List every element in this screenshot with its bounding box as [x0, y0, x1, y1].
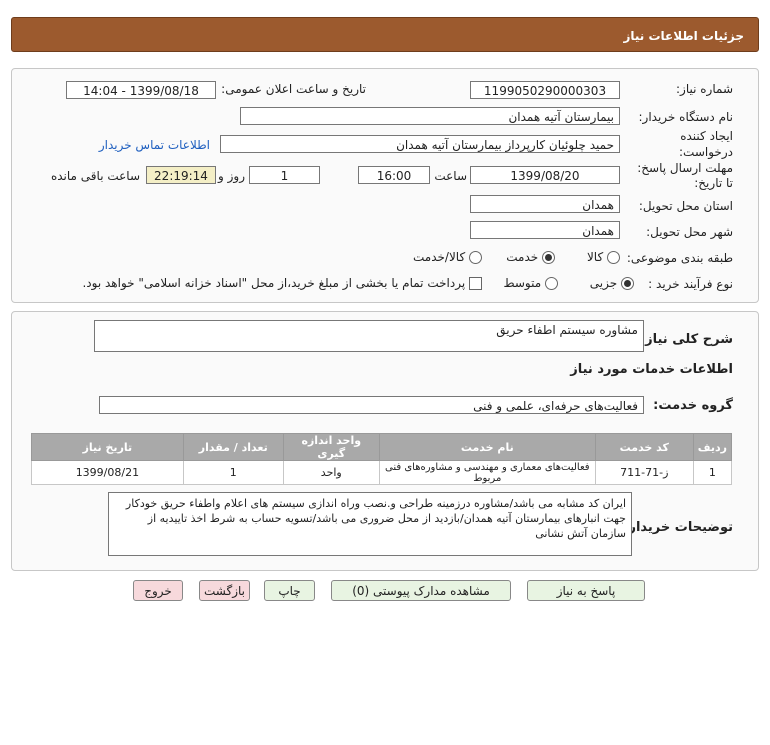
- deadline-label: مهلت ارسال پاسخ: تا تاریخ:: [637, 161, 733, 190]
- process-label: نوع فرآیند خرید :: [648, 277, 733, 291]
- deadline-date-field: 1399/08/20: [470, 166, 620, 184]
- radio-goods-service[interactable]: [469, 251, 482, 264]
- province-label: استان محل تحویل:: [638, 199, 733, 213]
- deadline-time-field: 16:00: [358, 166, 430, 184]
- service-group-label: گروه خدمت:: [653, 398, 733, 413]
- table-header-row: ردیف کد خدمت نام خدمت واحد اندازه گیری ت…: [31, 433, 733, 461]
- radio-goods[interactable]: [607, 251, 620, 264]
- category-option-service[interactable]: خدمت: [506, 250, 555, 264]
- buyer-org-field: بیمارستان آتیه همدان: [240, 107, 620, 125]
- col-service-name: نام خدمت: [378, 433, 596, 461]
- back-button[interactable]: بازگشت: [199, 580, 250, 601]
- col-quantity: تعداد / مقدار: [182, 433, 284, 461]
- services-table: ردیف کد خدمت نام خدمت واحد اندازه گیری ت…: [31, 433, 733, 485]
- requester-field: حمید چلوئیان کارپرداز بیمارستان آتیه همد…: [220, 135, 620, 153]
- category-option-goods[interactable]: کالا: [587, 250, 620, 264]
- services-heading: اطلاعات خدمات مورد نیاز: [570, 362, 733, 377]
- col-need-date: تاریخ نیاز: [31, 433, 184, 461]
- cell-row-number: 1: [692, 460, 733, 485]
- buyer-notes-label: توضیحات خریدار:: [623, 520, 733, 535]
- treasury-checkbox[interactable]: [469, 277, 482, 290]
- days-remaining-field: 1: [249, 166, 320, 184]
- cell-unit: واحد: [282, 460, 380, 485]
- remaining-time-label: ساعت باقی مانده: [50, 169, 140, 183]
- radio-minor[interactable]: [621, 277, 634, 290]
- buyer-org-label: نام دستگاه خریدار:: [638, 110, 734, 124]
- cell-quantity: 1: [182, 460, 284, 485]
- page-header: جزئیات اطلاعات نیاز: [11, 17, 759, 52]
- requester-label: ایجاد کننده درخواست:: [679, 129, 733, 159]
- view-attachments-button[interactable]: مشاهده مدارک پیوستی (0): [331, 580, 511, 601]
- deadline-time-label: ساعت: [434, 169, 467, 183]
- buyer-contact-link[interactable]: اطلاعات تماس خریدار: [99, 138, 210, 152]
- city-label: شهر محل تحویل:: [646, 225, 733, 239]
- exit-button[interactable]: خروج: [133, 580, 183, 601]
- category-label: طبقه بندی موضوعی:: [626, 251, 733, 265]
- need-number-label: شماره نیاز:: [676, 82, 733, 96]
- process-option-medium[interactable]: متوسط: [503, 276, 558, 290]
- radio-medium[interactable]: [545, 277, 558, 290]
- col-unit: واحد اندازه گیری: [282, 433, 380, 461]
- reply-button[interactable]: پاسخ به نیاز: [527, 580, 645, 601]
- announce-date-field: 1399/08/18 - 14:04: [66, 81, 216, 99]
- category-option-goods-service[interactable]: کالا/خدمت: [413, 250, 482, 264]
- service-group-field: فعالیت‌های حرفه‌ای، علمی و فنی: [99, 396, 644, 414]
- table-row: 1 ز-71-711 فعالیت‌های معماری و مهندسی و …: [31, 460, 733, 485]
- summary-field: مشاوره سیستم اطفاء حریق: [94, 320, 644, 352]
- col-row-number: ردیف: [692, 433, 733, 461]
- announce-date-label: تاریخ و ساعت اعلان عمومی:: [221, 82, 366, 96]
- remaining-time-field: 22:19:14: [146, 166, 216, 184]
- cell-need-date: 1399/08/21: [31, 460, 184, 485]
- buyer-notes-field: ایران کد مشابه می باشد/مشاوره درزمینه طر…: [108, 492, 632, 556]
- treasury-note: پرداخت تمام یا بخشی از مبلغ خرید،از محل …: [82, 276, 466, 290]
- cell-service-name: فعالیت‌های معماری و مهندسی و مشاوره‌های …: [378, 460, 596, 485]
- need-number-field: 1199050290000303: [470, 81, 620, 99]
- treasury-checkbox-row[interactable]: پرداخت تمام یا بخشی از مبلغ خرید،از محل …: [82, 276, 482, 290]
- province-field: همدان: [470, 195, 620, 213]
- days-label: روز و: [218, 169, 245, 183]
- radio-service[interactable]: [542, 251, 555, 264]
- cell-service-code: ز-71-711: [594, 460, 694, 485]
- city-field: همدان: [470, 221, 620, 239]
- page-title: جزئیات اطلاعات نیاز: [623, 29, 744, 43]
- process-option-minor[interactable]: جزیی: [590, 276, 634, 290]
- print-button[interactable]: چاپ: [264, 580, 315, 601]
- col-service-code: کد خدمت: [594, 433, 694, 461]
- summary-label: شرح کلی نیاز:: [639, 332, 733, 347]
